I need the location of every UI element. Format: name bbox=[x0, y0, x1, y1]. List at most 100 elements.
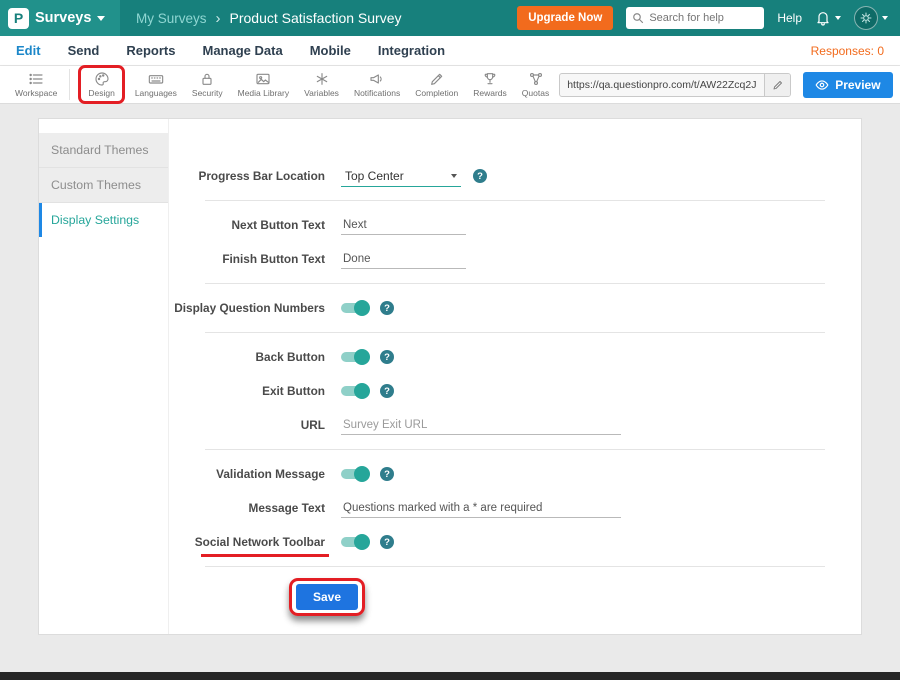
questionpro-logo: P bbox=[8, 8, 29, 29]
pencil-icon bbox=[429, 71, 445, 87]
tab-integration[interactable]: Integration bbox=[378, 43, 445, 58]
toolbar-item-workspace[interactable]: Workspace bbox=[10, 69, 70, 100]
exit-button-row: Exit Button ? bbox=[169, 378, 843, 404]
annotation-save-highlight: Save bbox=[289, 578, 365, 616]
exit-url-label: URL bbox=[169, 418, 325, 432]
eye-icon bbox=[815, 78, 829, 92]
validation-message-toggle[interactable] bbox=[341, 469, 368, 479]
annotation-red-underline bbox=[201, 554, 329, 557]
chevron-down-icon bbox=[451, 174, 457, 178]
toolbar-right: Preview bbox=[559, 72, 892, 98]
preview-label: Preview bbox=[835, 78, 880, 92]
help-icon[interactable]: ? bbox=[380, 467, 394, 481]
help-icon[interactable]: ? bbox=[380, 535, 394, 549]
breadcrumb-my-surveys[interactable]: My Surveys bbox=[136, 11, 207, 26]
toolbar-item-label: Quotas bbox=[522, 88, 549, 98]
back-button-row: Back Button ? bbox=[169, 344, 843, 370]
toolbar-item-quotas[interactable]: Quotas bbox=[517, 69, 554, 100]
toolbar-item-rewards[interactable]: Rewards bbox=[468, 69, 512, 100]
save-button[interactable]: Save bbox=[296, 584, 358, 610]
chevron-down-icon bbox=[882, 16, 888, 20]
pencil-icon bbox=[772, 79, 784, 91]
help-icon[interactable]: ? bbox=[380, 350, 394, 364]
bell-icon bbox=[815, 10, 831, 26]
display-question-numbers-label: Display Question Numbers bbox=[169, 301, 325, 315]
exit-button-toggle[interactable] bbox=[341, 386, 368, 396]
variables-icon bbox=[314, 71, 330, 87]
product-menu-label: Surveys bbox=[35, 10, 91, 26]
image-icon bbox=[255, 71, 271, 87]
topbar: P Surveys My Surveys › Product Satisfact… bbox=[0, 0, 900, 36]
exit-url-row: URL bbox=[169, 412, 843, 438]
social-network-toolbar-label: Social Network Toolbar bbox=[169, 535, 325, 549]
notifications-menu[interactable] bbox=[815, 10, 841, 26]
toolbar-item-languages[interactable]: Languages bbox=[130, 69, 182, 100]
next-button-text-label: Next Button Text bbox=[169, 218, 325, 232]
social-network-toolbar-row: Social Network Toolbar ? bbox=[169, 529, 843, 555]
toolbar-item-label: Completion bbox=[415, 88, 458, 98]
help-link[interactable]: Help bbox=[777, 11, 802, 25]
divider bbox=[205, 283, 825, 284]
help-icon[interactable]: ? bbox=[380, 301, 394, 315]
message-text-input[interactable] bbox=[341, 499, 621, 518]
sidebar-item-standard-themes[interactable]: Standard Themes bbox=[39, 133, 168, 168]
toolbar-item-media-library[interactable]: Media Library bbox=[233, 69, 295, 100]
finish-button-text-input[interactable] bbox=[341, 250, 466, 269]
help-icon[interactable]: ? bbox=[473, 169, 487, 183]
tab-send[interactable]: Send bbox=[68, 43, 100, 58]
keyboard-icon bbox=[148, 71, 164, 87]
product-switcher[interactable]: P Surveys bbox=[0, 0, 120, 36]
back-button-toggle[interactable] bbox=[341, 352, 368, 362]
megaphone-icon bbox=[369, 71, 385, 87]
next-button-text-input[interactable] bbox=[341, 216, 466, 235]
toolbar-item-label: Media Library bbox=[238, 88, 290, 98]
main-content: Standard Themes Custom Themes Display Se… bbox=[0, 104, 900, 672]
survey-url-input[interactable] bbox=[560, 79, 764, 91]
message-text-row: Message Text bbox=[169, 495, 843, 521]
toolbar-item-variables[interactable]: Variables bbox=[299, 69, 344, 100]
toolbar-item-design[interactable]: Design bbox=[83, 69, 119, 100]
progress-bar-location-select[interactable]: Top Center bbox=[341, 166, 461, 187]
help-search[interactable] bbox=[626, 7, 764, 29]
toolbar-item-notifications[interactable]: Notifications bbox=[349, 69, 405, 100]
toolbar-item-label: Workspace bbox=[15, 88, 57, 98]
display-question-numbers-row: Display Question Numbers ? bbox=[169, 295, 843, 321]
help-search-input[interactable] bbox=[649, 12, 758, 24]
toolbar-item-completion[interactable]: Completion bbox=[410, 69, 463, 100]
divider bbox=[205, 449, 825, 450]
search-icon bbox=[632, 12, 644, 24]
toolbar-item-label: Languages bbox=[135, 88, 177, 98]
back-button-label: Back Button bbox=[169, 350, 325, 364]
breadcrumb: My Surveys › Product Satisfaction Survey bbox=[136, 10, 402, 27]
design-sidebar: Standard Themes Custom Themes Display Se… bbox=[39, 119, 169, 634]
display-question-numbers-toggle[interactable] bbox=[341, 303, 368, 313]
account-menu[interactable] bbox=[854, 6, 888, 30]
design-settings-panel: Standard Themes Custom Themes Display Se… bbox=[38, 118, 862, 635]
finish-button-text-row: Finish Button Text bbox=[169, 246, 843, 272]
progress-bar-location-row: Progress Bar Location Top Center ? bbox=[169, 163, 843, 189]
survey-title: Product Satisfaction Survey bbox=[230, 10, 402, 26]
tab-reports[interactable]: Reports bbox=[126, 43, 175, 58]
preview-button[interactable]: Preview bbox=[803, 72, 892, 98]
toolbar-item-label: Variables bbox=[304, 88, 339, 98]
tab-manage-data[interactable]: Manage Data bbox=[202, 43, 282, 58]
toolbar-item-security[interactable]: Security bbox=[187, 69, 228, 100]
help-icon[interactable]: ? bbox=[380, 384, 394, 398]
annotation-design-highlight: Design bbox=[78, 65, 124, 104]
edit-url-button[interactable] bbox=[764, 74, 790, 96]
design-palette-icon bbox=[94, 71, 110, 87]
tab-mobile[interactable]: Mobile bbox=[310, 43, 351, 58]
divider bbox=[205, 332, 825, 333]
upgrade-now-button[interactable]: Upgrade Now bbox=[517, 6, 613, 30]
chevron-down-icon bbox=[97, 16, 105, 21]
tab-edit[interactable]: Edit bbox=[16, 43, 41, 58]
social-network-toolbar-toggle[interactable] bbox=[341, 537, 368, 547]
logo-letter: P bbox=[14, 10, 23, 26]
sidebar-item-custom-themes[interactable]: Custom Themes bbox=[39, 168, 168, 203]
validation-message-row: Validation Message ? bbox=[169, 461, 843, 487]
exit-url-input[interactable] bbox=[341, 416, 621, 435]
bottom-bar bbox=[0, 672, 900, 680]
survey-url-box bbox=[559, 73, 791, 97]
sidebar-item-display-settings[interactable]: Display Settings bbox=[39, 203, 168, 237]
next-button-text-row: Next Button Text bbox=[169, 212, 843, 238]
